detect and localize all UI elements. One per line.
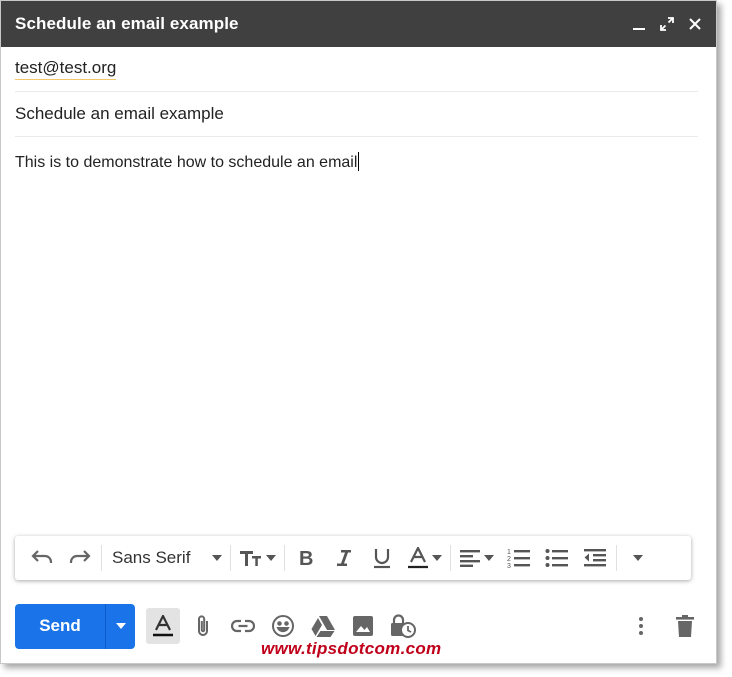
- redo-icon[interactable]: [61, 540, 99, 576]
- undo-icon[interactable]: [23, 540, 61, 576]
- message-body[interactable]: This is to demonstrate how to schedule a…: [15, 152, 702, 512]
- compose-title: Schedule an email example: [15, 14, 239, 33]
- watermark-text: www.tipsdotcom.com: [261, 639, 442, 658]
- bold-icon[interactable]: B: [287, 540, 325, 576]
- svg-text:B: B: [299, 548, 313, 568]
- chevron-down-icon: [212, 555, 223, 561]
- formatting-options-icon[interactable]: [146, 608, 180, 644]
- text-color-select[interactable]: [401, 540, 448, 576]
- send-button-group: Send: [15, 603, 135, 649]
- compose-right-tools: [621, 608, 705, 644]
- chevron-down-icon: [266, 555, 277, 561]
- toolbar-divider: [101, 545, 102, 571]
- close-icon[interactable]: [688, 17, 702, 31]
- link-icon[interactable]: [223, 608, 263, 644]
- italic-icon[interactable]: [325, 540, 363, 576]
- font-family-select[interactable]: Sans Serif: [104, 540, 228, 576]
- send-button[interactable]: Send: [15, 604, 105, 649]
- svg-text:3: 3: [507, 563, 511, 569]
- svg-text:1: 1: [507, 549, 511, 556]
- to-field[interactable]: test@test.org: [15, 47, 698, 92]
- toolbar-divider: [230, 545, 232, 571]
- svg-text:2: 2: [507, 556, 511, 563]
- subject-text: Schedule an email example: [15, 104, 224, 123]
- schedule-send-dropdown[interactable]: [105, 603, 135, 649]
- underline-icon[interactable]: [363, 540, 401, 576]
- chevron-down-icon: [115, 623, 126, 629]
- font-family-label: Sans Serif: [112, 548, 191, 567]
- message-text: This is to demonstrate how to schedule a…: [15, 154, 358, 171]
- minimize-icon[interactable]: [632, 17, 646, 31]
- chevron-down-icon: [484, 555, 495, 561]
- more-formatting-icon[interactable]: [619, 540, 657, 576]
- discard-icon[interactable]: [665, 608, 705, 644]
- font-size-icon: [240, 551, 262, 566]
- align-select[interactable]: [453, 540, 500, 576]
- text-color-icon: [408, 547, 429, 569]
- subject-field[interactable]: Schedule an email example: [15, 92, 698, 137]
- indent-less-icon[interactable]: [576, 540, 614, 576]
- toolbar-divider: [450, 545, 452, 571]
- text-caret: [358, 152, 360, 171]
- window-controls: [632, 17, 702, 31]
- more-options-icon[interactable]: [621, 608, 661, 644]
- font-size-select[interactable]: [233, 540, 282, 576]
- toolbar-divider: [284, 545, 286, 571]
- bulleted-list-icon[interactable]: [538, 540, 576, 576]
- recipient-chip[interactable]: test@test.org: [15, 58, 117, 80]
- numbered-list-icon[interactable]: 123: [500, 540, 538, 576]
- attach-icon[interactable]: [183, 608, 223, 644]
- expand-icon[interactable]: [660, 17, 674, 31]
- toolbar-divider: [616, 545, 618, 571]
- compose-titlebar[interactable]: Schedule an email example: [1, 1, 716, 47]
- align-icon: [460, 550, 481, 567]
- chevron-down-icon: [432, 555, 443, 561]
- formatting-toolbar: Sans Serif B 123: [15, 536, 691, 580]
